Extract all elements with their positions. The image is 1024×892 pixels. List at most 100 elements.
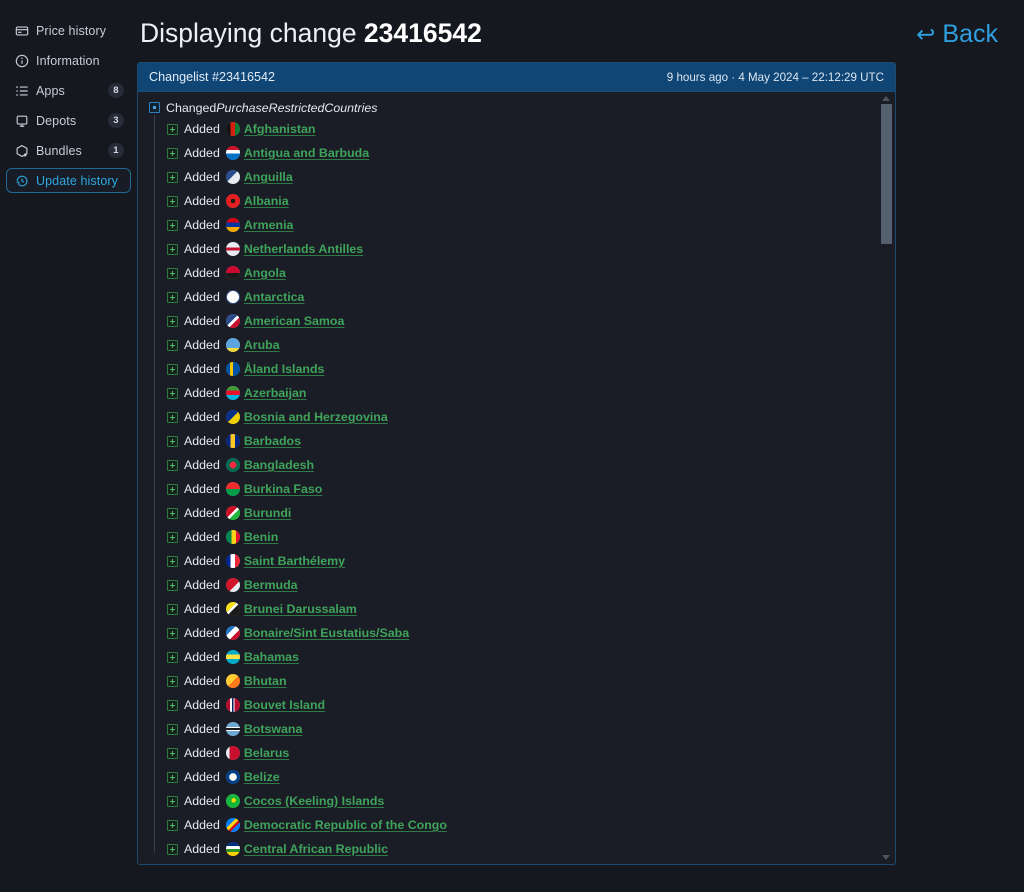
sidebar-item-bundles[interactable]: Bundles 1 [6,138,131,163]
country-link[interactable]: Bangladesh [225,458,314,472]
expand-plus-icon[interactable] [167,699,178,711]
expand-plus-icon[interactable] [167,459,178,471]
change-entry-verb: Added [184,338,220,352]
tree-root-node[interactable]: Changed PurchaseRestrictedCountries [149,98,895,117]
expand-plus-icon[interactable] [167,435,178,447]
expand-plus-icon[interactable] [167,147,178,159]
page-title-change-id: 23416542 [363,18,482,48]
sidebar-item-label: Information [36,53,100,68]
expand-plus-icon[interactable] [167,483,178,495]
expand-plus-icon[interactable] [167,171,178,183]
country-link[interactable]: Bahamas [225,650,299,664]
country-link[interactable]: Bosnia and Herzegovina [225,410,388,424]
country-link[interactable]: Brunei Darussalam [225,602,357,616]
expand-plus-icon[interactable] [167,843,178,855]
country-link[interactable]: Antarctica [225,290,305,304]
expand-plus-icon[interactable] [167,411,178,423]
change-entry-verb: Added [184,794,220,808]
depot-icon [15,114,29,128]
expand-plus-icon[interactable] [167,747,178,759]
country-flag-icon [225,722,240,736]
country-link[interactable]: Bhutan [225,674,287,688]
country-name: Albania [243,194,289,208]
collapse-toggle-icon[interactable] [149,102,160,113]
country-link[interactable]: Belize [225,770,280,784]
country-link[interactable]: Central African Republic [225,842,388,856]
change-entry-row: Added Albania [167,189,895,213]
change-entry-row: Added Anguilla [167,165,895,189]
back-button[interactable]: ↩ Back [916,2,998,49]
expand-plus-icon[interactable] [167,651,178,663]
expand-plus-icon[interactable] [167,819,178,831]
sidebar-item-label: Depots [36,113,77,128]
scrollbar-thumb[interactable] [881,104,892,244]
country-link[interactable]: Saint Barthélemy [225,554,345,568]
country-link[interactable]: Netherlands Antilles [225,242,363,256]
change-entry-verb: Added [184,650,220,664]
country-name: Bermuda [243,578,298,592]
back-arrow-icon: ↩ [916,21,936,47]
expand-plus-icon[interactable] [167,531,178,543]
expand-plus-icon[interactable] [167,507,178,519]
country-link[interactable]: Benin [225,530,278,544]
country-link[interactable]: Botswana [225,722,302,736]
scrollbar-up-arrow-icon[interactable] [882,95,891,102]
sidebar-item-information[interactable]: Information [6,48,131,73]
expand-plus-icon[interactable] [167,579,178,591]
country-link[interactable]: Bouvet Island [225,698,325,712]
expand-plus-icon[interactable] [167,243,178,255]
country-link[interactable]: Bonaire/Sint Eustatius/Saba [225,626,409,640]
country-link[interactable]: Armenia [225,218,293,232]
expand-plus-icon[interactable] [167,195,178,207]
expand-plus-icon[interactable] [167,339,178,351]
changelist-scrollbar[interactable] [880,95,893,861]
country-link[interactable]: Albania [225,194,289,208]
expand-plus-icon[interactable] [167,723,178,735]
expand-plus-icon[interactable] [167,387,178,399]
expand-plus-icon[interactable] [167,219,178,231]
country-link[interactable]: American Samoa [225,314,344,328]
change-entry-row: Added Antigua and Barbuda [167,141,895,165]
country-link[interactable]: Bermuda [225,578,298,592]
country-link[interactable]: Afghanistan [225,122,315,136]
history-clock-icon [15,174,29,188]
country-link[interactable]: Azerbaijan [225,386,307,400]
country-link[interactable]: Aruba [225,338,280,352]
sidebar-item-depots[interactable]: Depots 3 [6,108,131,133]
expand-plus-icon[interactable] [167,603,178,615]
country-link[interactable]: Belarus [225,746,290,760]
apps-list-icon [15,84,29,98]
change-entry-verb: Added [184,386,220,400]
country-name: Antarctica [243,290,305,304]
country-flag-icon [225,650,240,664]
expand-plus-icon[interactable] [167,363,178,375]
country-name: Belarus [243,746,290,760]
country-flag-icon [225,218,240,232]
expand-plus-icon[interactable] [167,291,178,303]
expand-plus-icon[interactable] [167,675,178,687]
sidebar-item-price-history[interactable]: Price history [6,18,131,43]
change-entry-row: Added Bermuda [167,573,895,597]
scrollbar-down-arrow-icon[interactable] [882,854,891,861]
expand-plus-icon[interactable] [167,771,178,783]
country-link[interactable]: Burkina Faso [225,482,322,496]
expand-plus-icon[interactable] [167,267,178,279]
expand-plus-icon[interactable] [167,555,178,567]
change-entry-row: Added Netherlands Antilles [167,237,895,261]
country-link[interactable]: Åland Islands [225,362,324,376]
country-link[interactable]: Burundi [225,506,291,520]
sidebar-item-update-history[interactable]: Update history [6,168,131,193]
country-link[interactable]: Anguilla [225,170,293,184]
country-link[interactable]: Democratic Republic of the Congo [225,818,447,832]
expand-plus-icon[interactable] [167,795,178,807]
country-link[interactable]: Barbados [225,434,301,448]
expand-plus-icon[interactable] [167,315,178,327]
country-link[interactable]: Angola [225,266,286,280]
expand-plus-icon[interactable] [167,123,178,135]
country-link[interactable]: Cocos (Keeling) Islands [225,794,384,808]
expand-plus-icon[interactable] [167,627,178,639]
sidebar-item-apps[interactable]: Apps 8 [6,78,131,103]
change-entry-row: Added Bangladesh [167,453,895,477]
change-entry-verb: Added [184,218,220,232]
country-link[interactable]: Antigua and Barbuda [225,146,369,160]
